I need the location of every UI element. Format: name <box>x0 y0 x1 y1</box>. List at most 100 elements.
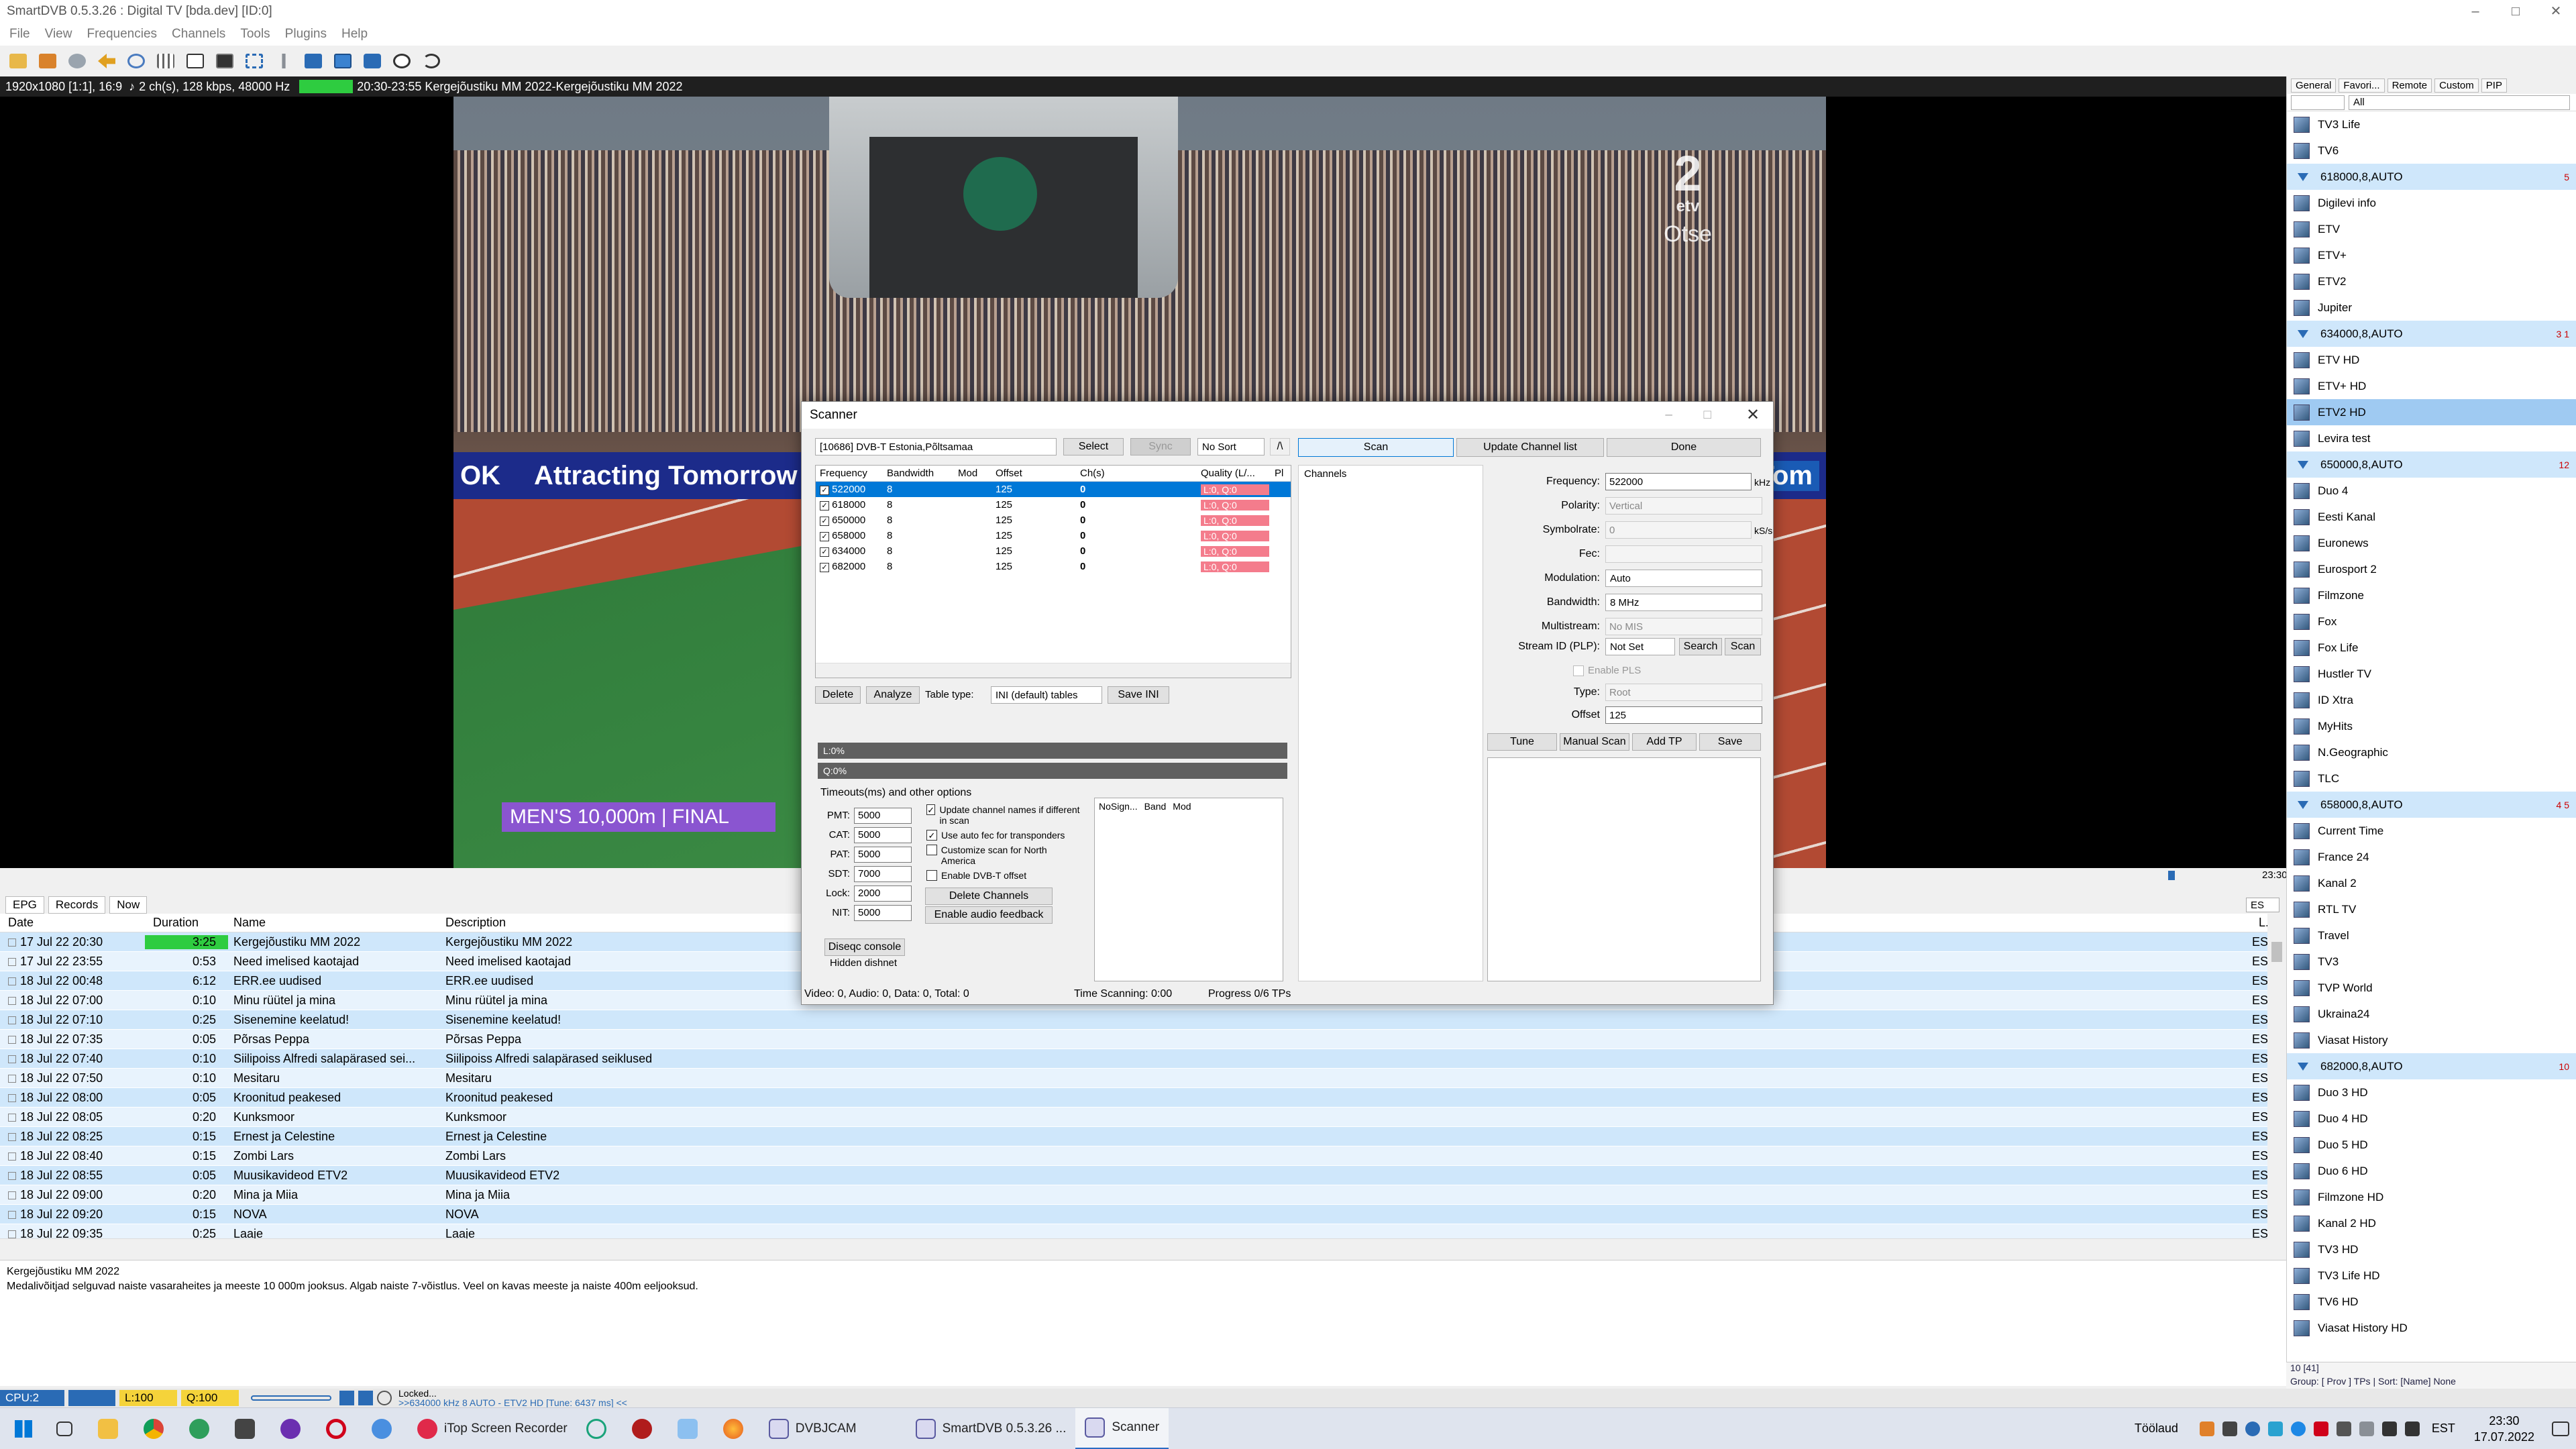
select-button[interactable]: Select <box>1063 438 1124 455</box>
epg-vertical-scrollbar[interactable] <box>2267 914 2286 1253</box>
group-select[interactable] <box>2291 95 2345 110</box>
channel-item[interactable]: Filmzone HD <box>2287 1184 2576 1210</box>
epg-row[interactable]: 18 Jul 22 07:35 0:05 Põrsas Peppa Põrsas Pe… <box>0 1030 2286 1049</box>
channel-item[interactable]: ETV2 HD <box>2287 399 2576 425</box>
timeout-input[interactable]: 7000 <box>854 865 912 882</box>
tray-app-icon[interactable] <box>2199 1421 2214 1436</box>
channel-item[interactable]: Filmzone <box>2287 582 2576 608</box>
tab-pip[interactable]: PIP <box>2481 78 2507 93</box>
auto-fec-checkbox[interactable]: ✓ <box>926 830 937 841</box>
option-dvbt-offset[interactable]: Enable DVB-T offset <box>926 870 1081 881</box>
channel-item[interactable]: Viasat History <box>2287 1027 2576 1053</box>
taskbar-item-itop[interactable]: iTop Screen Recorder <box>408 1408 577 1449</box>
channel-item[interactable]: TV3 <box>2287 949 2576 975</box>
volume-slider-thumb[interactable] <box>2168 871 2175 880</box>
timeout-input[interactable]: 5000 <box>854 904 912 921</box>
delete-channels-button[interactable]: Delete Channels <box>925 888 1053 905</box>
table-type-select[interactable]: INI (default) tables <box>991 686 1102 704</box>
volume-bar[interactable] <box>251 1395 331 1401</box>
app-blue-button[interactable] <box>362 1408 408 1449</box>
customize-na-checkbox[interactable] <box>926 845 937 855</box>
search-button[interactable]: Search <box>1679 638 1722 655</box>
dvbt-offset-checkbox[interactable] <box>926 870 937 881</box>
back-arrow-icon[interactable] <box>95 50 118 72</box>
up-button[interactable]: /\ <box>1270 438 1290 455</box>
manual-scan-button[interactable]: Manual Scan <box>1560 733 1629 751</box>
transponder-group[interactable]: 658000,8,AUTO 4 5 <box>2287 792 2576 818</box>
channel-item[interactable]: Duo 6 HD <box>2287 1158 2576 1184</box>
menu-plugins[interactable]: Plugins <box>285 27 327 42</box>
channel-item[interactable]: Duo 3 HD <box>2287 1079 2576 1106</box>
epg-language-select[interactable]: ES <box>2246 898 2279 912</box>
channel-item[interactable]: ETV+ HD <box>2287 373 2576 399</box>
option-customize-na[interactable]: Customize scan for North America <box>926 845 1081 866</box>
taskbar-item-scanner[interactable]: Scanner <box>1075 1407 1169 1449</box>
multistream-select[interactable]: No MIS <box>1605 618 1762 635</box>
minimize-icon[interactable]: – <box>2455 0 2496 23</box>
epg-row[interactable]: 18 Jul 22 09:00 0:20 Mina ja Miia Mina ja M… <box>0 1185 2286 1205</box>
channel-item[interactable]: ETV <box>2287 216 2576 242</box>
channel-item[interactable]: Euronews <box>2287 530 2576 556</box>
col-bandwidth[interactable]: Bandwidth <box>887 468 958 479</box>
polarity-select[interactable]: Vertical <box>1605 497 1762 515</box>
expand-icon[interactable] <box>2298 800 2308 809</box>
tools-icon[interactable] <box>272 50 295 72</box>
play-icon[interactable] <box>339 1391 354 1405</box>
channel-item[interactable]: Kanal 2 HD <box>2287 1210 2576 1236</box>
timeout-input[interactable]: 5000 <box>854 826 912 843</box>
tab-general[interactable]: General <box>2291 78 2337 93</box>
menu-tools[interactable]: Tools <box>240 27 270 42</box>
audio-feedback-button[interactable]: Enable audio feedback <box>925 906 1053 924</box>
diseqc-console-button[interactable]: Diseqc console <box>824 938 905 956</box>
epg-row[interactable]: 18 Jul 22 09:20 0:15 NOVA NOVA EST <box>0 1205 2286 1224</box>
disc-icon[interactable] <box>66 50 89 72</box>
tab-now[interactable]: Now <box>109 896 148 914</box>
record-folder-icon[interactable] <box>36 50 59 72</box>
transponder-checkbox[interactable]: ✓ <box>820 501 829 511</box>
grid-icon[interactable] <box>154 50 177 72</box>
fec-select[interactable] <box>1605 545 1762 563</box>
channel-item[interactable]: Duo 5 HD <box>2287 1132 2576 1158</box>
transponder-group[interactable]: 682000,8,AUTO 10 <box>2287 1053 2576 1079</box>
channel-item[interactable]: TLC <box>2287 765 2576 792</box>
tray-app-icon[interactable] <box>2222 1421 2237 1436</box>
epg-row[interactable]: 18 Jul 22 08:55 0:05 Muusikavideod ETV2 Muu… <box>0 1166 2286 1185</box>
sync-button[interactable]: Sync <box>1130 438 1191 455</box>
epg-row[interactable]: 18 Jul 22 07:10 0:25 Sisenemine keelatud! S… <box>0 1010 2286 1030</box>
transponder-group[interactable]: 634000,8,AUTO 3 1 <box>2287 321 2576 347</box>
transponder-hscrollbar[interactable] <box>816 663 1291 678</box>
type-select[interactable]: Root <box>1605 684 1762 701</box>
channel-item[interactable]: Fox <box>2287 608 2576 635</box>
channel-item[interactable]: ID Xtra <box>2287 687 2576 713</box>
hidden-dishnet-link[interactable]: Hidden dishnet <box>830 957 897 969</box>
clapper-button[interactable] <box>225 1408 271 1449</box>
menu-file[interactable]: File <box>9 27 30 42</box>
task-view-button[interactable] <box>47 1408 89 1449</box>
col-frequency[interactable]: Frequency <box>816 468 887 479</box>
save-ini-button[interactable]: Save INI <box>1108 686 1169 704</box>
update-names-checkbox[interactable]: ✓ <box>926 804 936 815</box>
epg-row[interactable]: 18 Jul 22 08:05 0:20 Kunksmoor Kunksmoor EST <box>0 1108 2286 1127</box>
pause-icon[interactable] <box>358 1391 373 1405</box>
filter-select[interactable]: All <box>2349 95 2570 110</box>
channel-item[interactable]: Digilevi info <box>2287 190 2576 216</box>
record-icon[interactable] <box>377 1391 392 1405</box>
transponder-row[interactable]: ✓ 634000 8 125 0 L:0, Q:0 <box>816 543 1291 559</box>
channel-item[interactable]: ETV2 <box>2287 268 2576 294</box>
channel-item[interactable]: Kanal 2 <box>2287 870 2576 896</box>
channel-item[interactable]: Travel <box>2287 922 2576 949</box>
app-green-button[interactable] <box>577 1408 623 1449</box>
transponder-row[interactable]: ✓ 682000 8 125 0 L:0, Q:0 <box>816 559 1291 574</box>
channel-item[interactable]: ETV+ <box>2287 242 2576 268</box>
maximize-icon[interactable]: □ <box>2496 0 2536 23</box>
channel-item[interactable]: TV3 Life <box>2287 111 2576 138</box>
channel-item[interactable]: Duo 4 <box>2287 478 2576 504</box>
plp-select[interactable]: Not Set <box>1605 638 1675 655</box>
channel-item[interactable]: TV6 <box>2287 138 2576 164</box>
tray-app-icon[interactable] <box>2336 1421 2351 1436</box>
scan-button[interactable]: Scan <box>1298 438 1454 457</box>
option-update-names[interactable]: ✓ Update channel names if different in s… <box>926 804 1081 826</box>
app-u-button[interactable] <box>180 1408 225 1449</box>
tab-favorites[interactable]: Favori... <box>2339 78 2385 93</box>
tray-app-icon[interactable] <box>2359 1421 2374 1436</box>
